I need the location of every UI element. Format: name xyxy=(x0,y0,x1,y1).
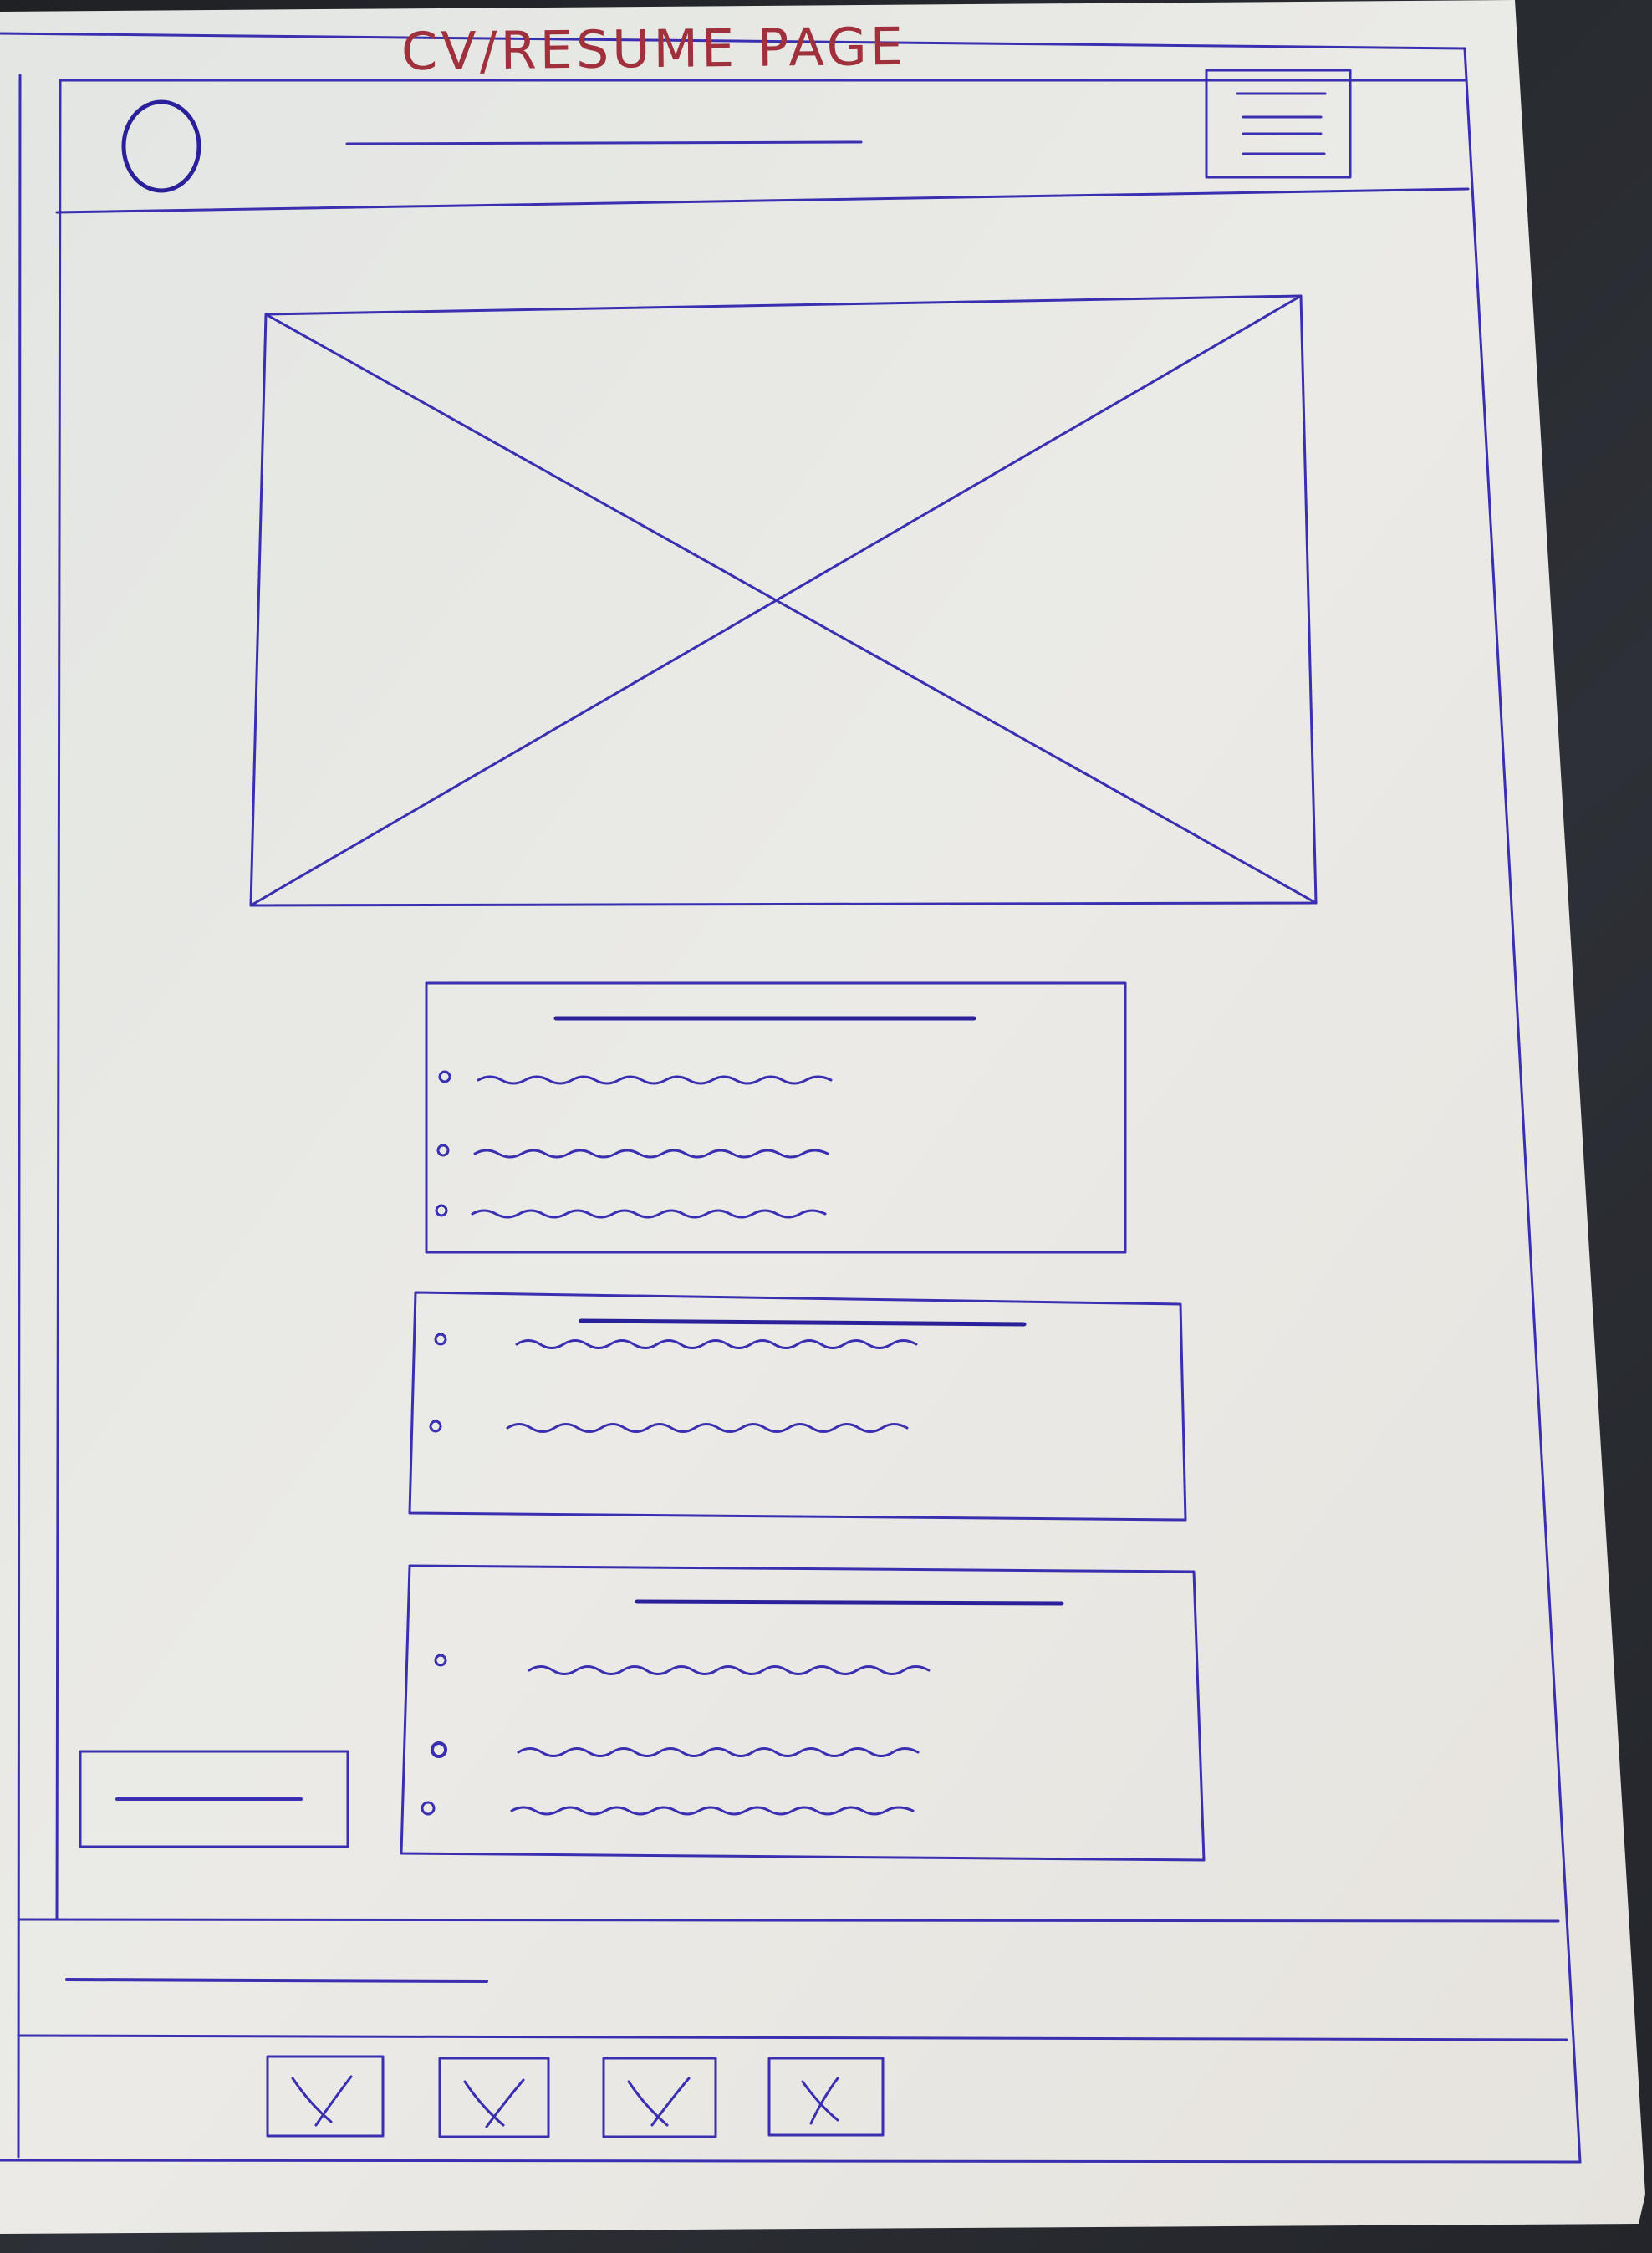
page-title: CV/RESUME PAGE xyxy=(400,15,907,83)
header-title-line xyxy=(345,140,863,145)
wireframe-drawing xyxy=(0,0,1645,2234)
paper-shape xyxy=(0,0,1645,2234)
paper-sheet: CV/RESUME PAGE xyxy=(0,0,1652,2253)
